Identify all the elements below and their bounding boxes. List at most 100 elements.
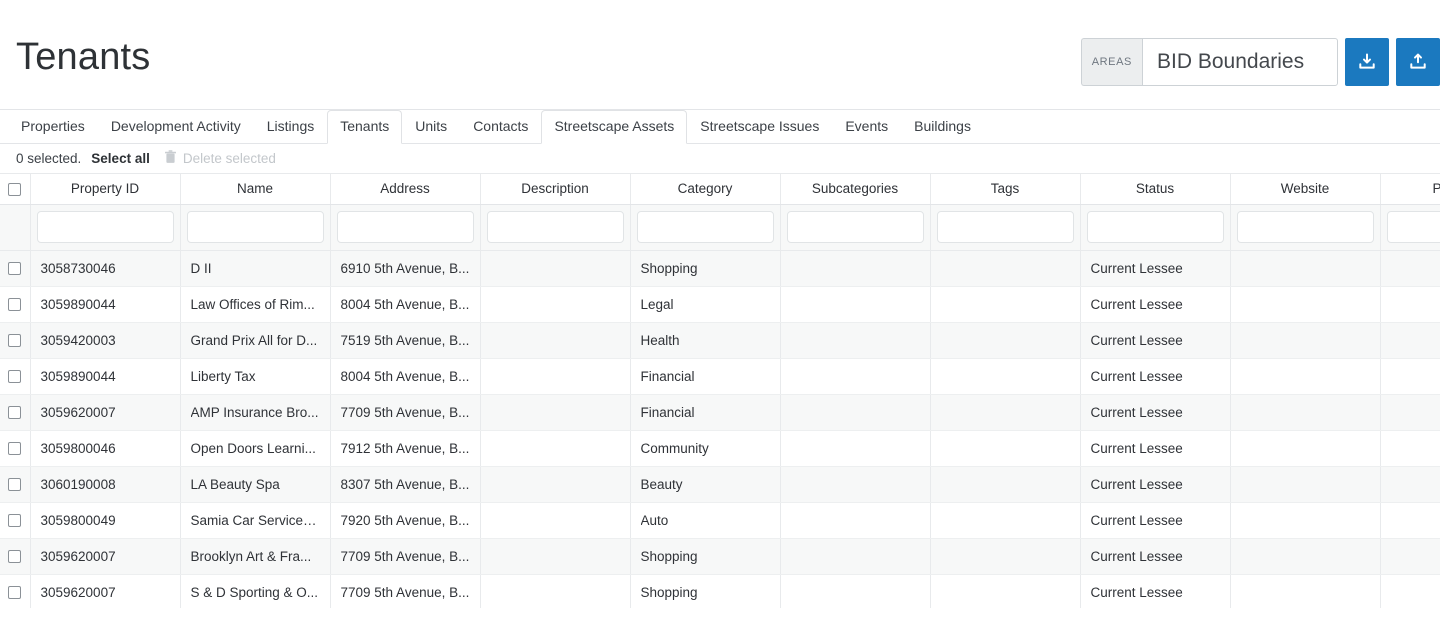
row-checkbox[interactable] xyxy=(8,406,22,420)
tab-streetscape-issues[interactable]: Streetscape Issues xyxy=(687,110,832,144)
row-checkbox-cell xyxy=(0,358,31,395)
filter-input-category[interactable] xyxy=(636,211,774,243)
table-row[interactable]: 3059890044 Law Offices of Rim... 8004 5th … xyxy=(0,286,1440,323)
cell-text: Auto xyxy=(640,512,669,528)
cell-phone: 718 238 xyxy=(1380,322,1440,359)
cell-address: 7912 5th Avenue, B... xyxy=(330,430,481,467)
download-button[interactable] xyxy=(1345,38,1389,86)
cell-tags xyxy=(930,466,1081,503)
row-checkbox[interactable] xyxy=(8,442,22,456)
column-header-category[interactable]: Category xyxy=(630,174,781,205)
tab-events[interactable]: Events xyxy=(832,110,901,144)
column-header-name[interactable]: Name xyxy=(180,174,331,205)
cell-phone: 7189212 xyxy=(1380,502,1440,539)
cell-category: Financial xyxy=(630,394,781,431)
table-row[interactable]: 3059620007 S & D Sporting & O... 7709 5th … xyxy=(0,574,1440,608)
areas-input[interactable] xyxy=(1142,38,1338,86)
table-body: 3058730046 D II 6910 5th Avenue, B... Shopp… xyxy=(0,250,1440,608)
filter-input-website[interactable] xyxy=(1236,211,1374,243)
tab-tenants[interactable]: Tenants xyxy=(327,110,403,144)
upload-icon xyxy=(1408,52,1428,72)
cell-text: Current Lessee xyxy=(1090,332,1183,348)
select-all-checkbox[interactable] xyxy=(8,183,22,197)
row-checkbox[interactable] xyxy=(8,298,22,312)
cell-text: Shopping xyxy=(640,260,698,276)
column-header-website[interactable]: Website xyxy=(1230,174,1381,205)
cell-status: Current Lessee xyxy=(1080,358,1231,395)
cell-text: Current Lessee xyxy=(1090,440,1183,456)
row-checkbox[interactable] xyxy=(8,514,22,528)
cell-property-id: 3059890044 xyxy=(30,286,181,323)
filter-input-subcategories[interactable] xyxy=(786,211,924,243)
cell-address: 7709 5th Avenue, B... xyxy=(330,394,481,431)
cell-text: 7709 5th Avenue, B... xyxy=(340,584,470,600)
filter-input-name[interactable] xyxy=(186,211,324,243)
cell-text: 3059800046 xyxy=(40,440,116,456)
cell-category: Health xyxy=(630,322,781,359)
table-row[interactable]: 3059420003 Grand Prix All for D... 7519 5t… xyxy=(0,322,1440,359)
cell-text: 3059620007 xyxy=(40,404,116,420)
tenants-table-container[interactable]: Property ID Name Address Description Cat… xyxy=(0,174,1440,608)
upload-button[interactable] xyxy=(1396,38,1440,86)
row-checkbox[interactable] xyxy=(8,586,22,600)
filter-input-status[interactable] xyxy=(1086,211,1224,243)
cell-address: 8307 5th Avenue, B... xyxy=(330,466,481,503)
row-checkbox-cell xyxy=(0,502,31,539)
cell-tags xyxy=(930,394,1081,431)
filter-input-description[interactable] xyxy=(486,211,624,243)
cell-description xyxy=(480,286,631,323)
cell-tags xyxy=(930,430,1081,467)
row-checkbox[interactable] xyxy=(8,262,22,276)
cell-text: 7189215 xyxy=(1391,441,1440,456)
cell-text: 718 238 xyxy=(1391,333,1440,348)
row-checkbox[interactable] xyxy=(8,478,22,492)
cell-website xyxy=(1230,538,1381,575)
table-row[interactable]: 3059620007 AMP Insurance Bro... 7709 5th A… xyxy=(0,394,1440,431)
column-header-phone[interactable]: P xyxy=(1380,174,1440,205)
header-controls: AREAS xyxy=(1080,38,1440,86)
tab-contacts[interactable]: Contacts xyxy=(460,110,541,144)
cell-address: 8004 5th Avenue, B... xyxy=(330,286,481,323)
cell-text: Health xyxy=(640,332,680,348)
cell-name: Grand Prix All for D... xyxy=(180,322,331,359)
cell-tags xyxy=(930,574,1081,608)
tab-units[interactable]: Units xyxy=(402,110,460,144)
column-header-status[interactable]: Status xyxy=(1080,174,1231,205)
cell-text: 7182388 xyxy=(1391,297,1440,312)
tab-development-activity[interactable]: Development Activity xyxy=(98,110,254,144)
cell-text: LA Beauty Spa xyxy=(190,476,280,492)
cell-address: 7709 5th Avenue, B... xyxy=(330,538,481,575)
column-header-address[interactable]: Address xyxy=(330,174,481,205)
table-row[interactable]: 3059890044 Liberty Tax 8004 5th Avenue, B.… xyxy=(0,358,1440,395)
table-row[interactable]: 3060190008 LA Beauty Spa 8307 5th Avenue, … xyxy=(0,466,1440,503)
tab-listings[interactable]: Listings xyxy=(254,110,327,144)
cell-address: 7709 5th Avenue, B... xyxy=(330,574,481,608)
cell-phone: 7185678 xyxy=(1380,466,1440,503)
filter-input-property-id[interactable] xyxy=(36,211,174,243)
select-all-link[interactable]: Select all xyxy=(91,151,150,166)
cell-text: Liberty Tax xyxy=(190,368,256,384)
tab-properties[interactable]: Properties xyxy=(8,110,98,144)
cell-status: Current Lessee xyxy=(1080,322,1231,359)
row-checkbox[interactable] xyxy=(8,334,22,348)
column-header-subcategories[interactable]: Subcategories xyxy=(780,174,931,205)
cell-website xyxy=(1230,394,1381,431)
filter-input-tags[interactable] xyxy=(936,211,1074,243)
table-row[interactable]: 3058730046 D II 6910 5th Avenue, B... Shopp… xyxy=(0,250,1440,287)
filter-input-phone[interactable] xyxy=(1386,211,1440,243)
table-row[interactable]: 3059800046 Open Doors Learni... 7912 5th A… xyxy=(0,430,1440,467)
column-header-description[interactable]: Description xyxy=(480,174,631,205)
table-row[interactable]: 3059620007 Brooklyn Art & Fra... 7709 5th … xyxy=(0,538,1440,575)
cell-text: 3472740 xyxy=(1391,261,1440,276)
column-header-tags[interactable]: Tags xyxy=(930,174,1081,205)
tab-streetscape-assets[interactable]: Streetscape Assets xyxy=(541,110,688,144)
filter-cell-website xyxy=(1230,204,1381,251)
delete-selected-button[interactable]: Delete selected xyxy=(164,150,276,167)
row-checkbox[interactable] xyxy=(8,370,22,384)
cell-property-id: 3059420003 xyxy=(30,322,181,359)
tab-buildings[interactable]: Buildings xyxy=(901,110,984,144)
filter-input-address[interactable] xyxy=(336,211,474,243)
column-header-property-id[interactable]: Property ID xyxy=(30,174,181,205)
row-checkbox[interactable] xyxy=(8,550,22,564)
table-row[interactable]: 3059800049 Samia Car Service 5... 7920 5th… xyxy=(0,502,1440,539)
